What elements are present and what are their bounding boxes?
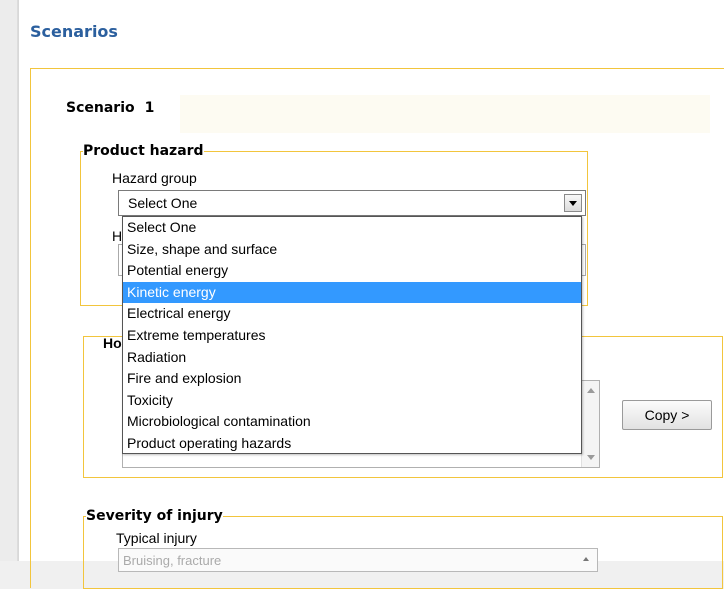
hazard-group-select[interactable]: Select One	[118, 190, 586, 216]
scroll-down-icon[interactable]	[587, 455, 595, 460]
scenario-number: 1	[144, 100, 155, 116]
dropdown-option[interactable]: Microbiological contamination	[123, 411, 581, 433]
dropdown-option[interactable]: Kinetic energy	[123, 281, 581, 304]
dropdown-option[interactable]: Product operating hazards	[123, 433, 581, 455]
product-hazard-legend: Product hazard	[83, 143, 204, 159]
hazard-group-label: Hazard group	[112, 170, 197, 186]
severity-legend: Severity of injury	[86, 508, 223, 524]
typical-injury-label: Typical injury	[116, 530, 197, 546]
page-title: Scenarios	[30, 22, 118, 41]
dropdown-option[interactable]: Fire and explosion	[123, 368, 581, 390]
dropdown-option[interactable]: Radiation	[123, 347, 581, 369]
hazard-label-obscured: H	[112, 228, 123, 244]
dropdown-option[interactable]: Electrical energy	[123, 303, 581, 325]
dropdown-option[interactable]: Toxicity	[123, 390, 581, 412]
scenario-heading: Scenario 1	[66, 100, 154, 116]
chevron-down-icon[interactable]	[564, 194, 582, 212]
scenario-label: Scenario	[66, 100, 135, 116]
typical-injury-listbox[interactable]: Bruising, fracture	[118, 548, 598, 572]
scroll-up-icon[interactable]	[583, 557, 589, 561]
hazard-section-legend-partial: Ho	[103, 335, 122, 351]
dropdown-option[interactable]: Size, shape and surface	[123, 239, 581, 261]
left-strip	[0, 0, 18, 561]
dropdown-option[interactable]: Select One	[123, 217, 581, 239]
scroll-up-icon[interactable]	[587, 388, 595, 393]
copy-button[interactable]: Copy >	[622, 400, 712, 430]
dropdown-option[interactable]: Extreme temperatures	[123, 325, 581, 347]
scenario-header-bar	[180, 95, 710, 133]
dropdown-option[interactable]: Potential energy	[123, 260, 581, 282]
hazard-group-dropdown-list[interactable]: Select One Size, shape and surface Potenti…	[122, 216, 582, 454]
listbox-scrollbar[interactable]	[581, 381, 599, 467]
hazard-group-select-value: Select One	[128, 195, 198, 211]
